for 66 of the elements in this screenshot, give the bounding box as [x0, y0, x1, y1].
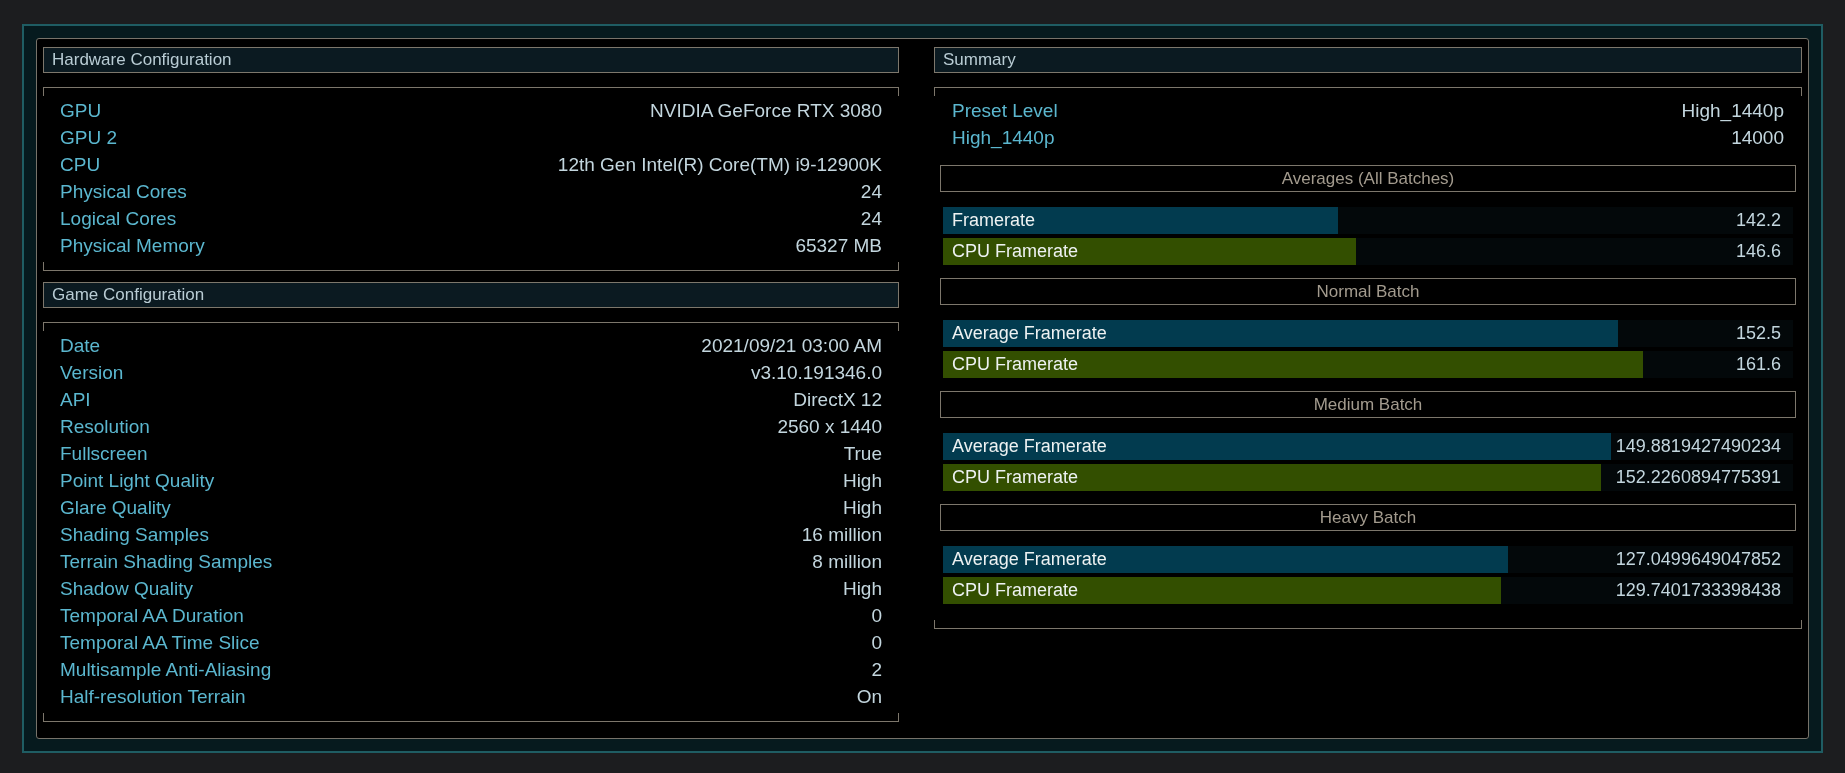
field-label: Glare Quality [60, 496, 171, 521]
field-label: Temporal AA Time Slice [60, 631, 260, 656]
bar-value: 129.7401733398438 [1615, 579, 1782, 602]
field-value: True [843, 442, 882, 467]
bar-label: Average Framerate [951, 322, 1107, 345]
batch-header: Averages (All Batches) [940, 165, 1796, 192]
bar-value: 142.2 [1735, 209, 1782, 232]
bar-value: 161.6 [1735, 353, 1782, 376]
field-value: 16 million [801, 523, 882, 548]
field-value: 0 [871, 604, 882, 629]
bar-label: CPU Framerate [951, 466, 1079, 489]
section-header: Hardware Configuration [43, 47, 899, 73]
field-label: Physical Cores [60, 180, 187, 205]
field-value: 0 [871, 631, 882, 656]
field-label: Terrain Shading Samples [60, 550, 273, 575]
field-value: 12th Gen Intel(R) Core(TM) i9-12900K [557, 153, 882, 178]
field-label: Multisample Anti-Aliasing [60, 658, 272, 683]
bar-value: 152.2260894775391 [1615, 466, 1782, 489]
bar-value: 149.8819427490234 [1615, 435, 1782, 458]
field-value: NVIDIA GeForce RTX 3080 [650, 99, 882, 124]
field-label: API [60, 388, 91, 413]
bar-label: Average Framerate [951, 435, 1107, 458]
field-label: Preset Level [952, 99, 1058, 124]
field-value: 2560 x 1440 [777, 415, 882, 440]
batch-header: Heavy Batch [940, 504, 1796, 531]
field-value: On [856, 685, 882, 710]
field-value: High [842, 496, 882, 521]
field-value: 24 [860, 207, 882, 232]
field-label: GPU [60, 99, 102, 124]
field-label: Point Light Quality [60, 469, 215, 494]
field-label: GPU 2 [60, 126, 118, 151]
bar-value: 152.5 [1735, 322, 1782, 345]
field-label: Resolution [60, 415, 150, 440]
field-label: Version [60, 361, 124, 386]
bar-label: CPU Framerate [951, 240, 1079, 263]
field-label: Shading Samples [60, 523, 209, 548]
bar-value: 127.0499649047852 [1615, 548, 1782, 571]
section-header: Summary [934, 47, 1802, 73]
bar-label: CPU Framerate [951, 353, 1079, 376]
bar-value: 146.6 [1735, 240, 1782, 263]
field-value: High_1440p [1681, 99, 1784, 124]
field-label: Physical Memory [60, 234, 205, 259]
field-label: Fullscreen [60, 442, 148, 467]
batch-header: Normal Batch [940, 278, 1796, 305]
field-label: Half-resolution Terrain [60, 685, 246, 710]
field-value: 8 million [812, 550, 882, 575]
section-header: Game Configuration [43, 282, 899, 308]
field-label: High_1440p [952, 126, 1055, 151]
field-value: 14000 [1731, 126, 1784, 151]
batch-header: Medium Batch [940, 391, 1796, 418]
bar-label: Framerate [951, 209, 1036, 232]
field-value: 2 [871, 658, 882, 683]
field-label: CPU [60, 153, 101, 178]
field-label: Logical Cores [60, 207, 177, 232]
field-value: 24 [860, 180, 882, 205]
field-value: 2021/09/21 03:00 AM [701, 334, 882, 359]
field-label: Date [60, 334, 101, 359]
field-value: High [842, 577, 882, 602]
bar-label: Average Framerate [951, 548, 1107, 571]
field-label: Shadow Quality [60, 577, 194, 602]
field-label: Temporal AA Duration [60, 604, 244, 629]
field-value: v3.10.191346.0 [751, 361, 882, 386]
field-value: High [842, 469, 882, 494]
bar-label: CPU Framerate [951, 579, 1079, 602]
field-value: 65327 MB [795, 234, 882, 259]
field-value: DirectX 12 [793, 388, 882, 413]
